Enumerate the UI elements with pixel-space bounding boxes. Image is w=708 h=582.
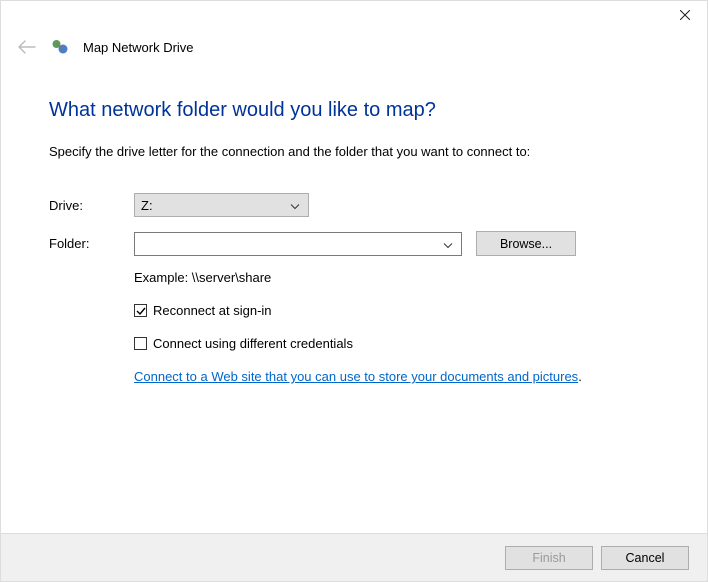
different-credentials-label: Connect using different credentials [153, 336, 353, 351]
finish-button: Finish [505, 546, 593, 570]
close-button[interactable] [662, 1, 707, 29]
close-icon [680, 10, 690, 20]
back-arrow-icon [18, 40, 36, 54]
different-credentials-checkbox[interactable] [134, 337, 147, 350]
drive-select-value: Z: [141, 198, 153, 213]
network-drive-icon [51, 38, 69, 56]
reconnect-checkbox[interactable] [134, 304, 147, 317]
window-title: Map Network Drive [83, 40, 194, 55]
check-icon [136, 306, 146, 316]
reconnect-label: Reconnect at sign-in [153, 303, 272, 318]
folder-label: Folder: [49, 236, 134, 251]
drive-select[interactable]: Z: [134, 193, 309, 217]
instruction-text: Specify the drive letter for the connect… [49, 144, 667, 159]
browse-button[interactable]: Browse... [476, 231, 576, 256]
example-text: Example: \\server\share [134, 270, 667, 285]
chevron-down-icon [443, 236, 453, 251]
back-button [17, 37, 37, 57]
connect-website-link[interactable]: Connect to a Web site that you can use t… [134, 369, 578, 384]
chevron-down-icon [290, 198, 300, 213]
drive-label: Drive: [49, 198, 134, 213]
page-heading: What network folder would you like to ma… [49, 99, 667, 122]
cancel-button[interactable]: Cancel [601, 546, 689, 570]
folder-combobox[interactable] [134, 232, 462, 256]
